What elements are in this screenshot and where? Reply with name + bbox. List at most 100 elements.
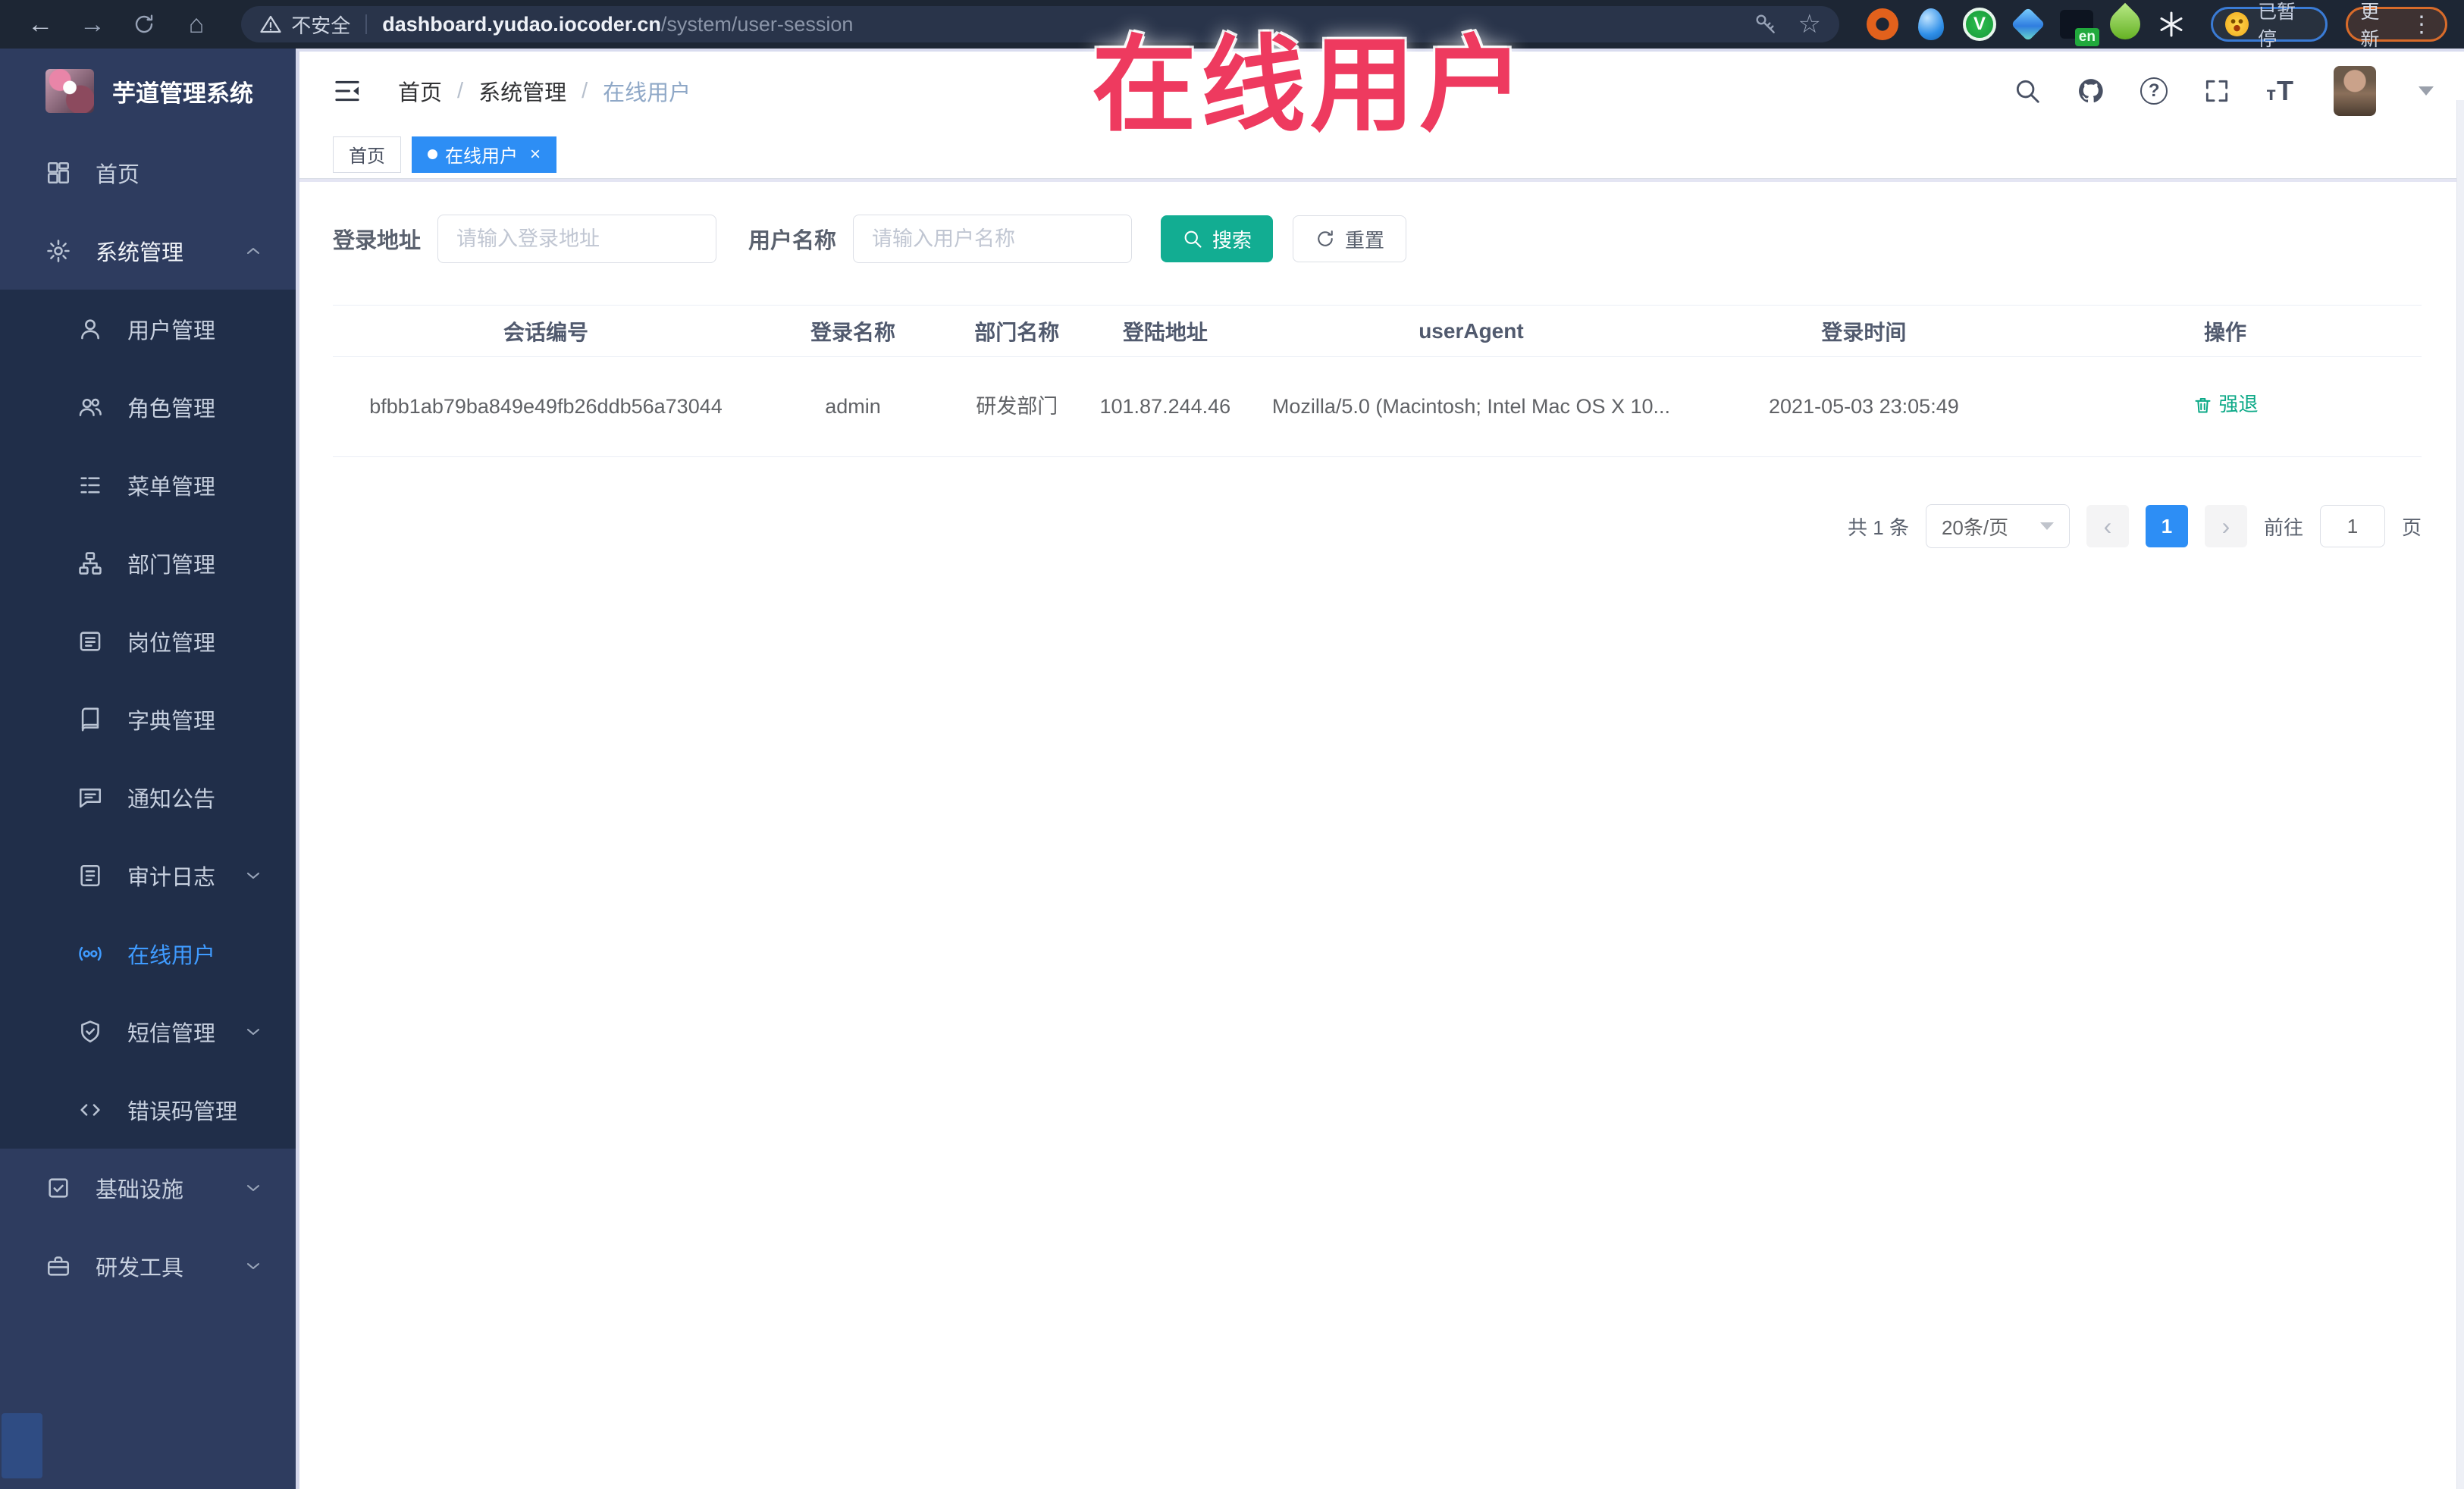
breadcrumb-separator: / (457, 78, 464, 103)
sidebar-item-label: 岗位管理 (127, 631, 216, 656)
force-logout-button[interactable]: 强退 (2193, 390, 2259, 419)
sidebar-item-label: 系统管理 (96, 240, 184, 265)
search-button-icon (1182, 228, 1203, 249)
sidebar-item-menus[interactable]: 菜单管理 (0, 446, 296, 524)
sidebar-item-posts[interactable]: 岗位管理 (0, 602, 296, 680)
extension-diamond-icon[interactable] (2011, 7, 2045, 42)
chevron-down-icon[interactable] (2419, 86, 2434, 96)
tab-在线用户[interactable]: 在线用户 × (412, 136, 557, 173)
breadcrumb-item[interactable]: 首页 (398, 75, 442, 107)
sidebar-item-label: 字典管理 (127, 709, 216, 734)
font-size-icon[interactable]: тT (2266, 75, 2294, 107)
menu-icon (77, 472, 103, 498)
sidebar-item-infra[interactable]: 基础设施 (0, 1149, 296, 1227)
page-size-select[interactable]: 20条/页 (1925, 504, 2070, 548)
column-header: 会话编号 (333, 305, 760, 357)
search-icon[interactable] (2013, 77, 2042, 105)
next-page-button[interactable]: › (2204, 505, 2247, 547)
screen: ← → ⌂ 不安全 dashboard.yudao.iocoder.cn/sys… (0, 0, 2464, 1489)
address-bar[interactable]: 不安全 dashboard.yudao.iocoder.cn/system/us… (241, 6, 1839, 42)
not-secure-warning-icon (259, 13, 282, 36)
prev-page-button[interactable]: ‹ (2086, 505, 2129, 547)
sms-icon (77, 1019, 103, 1045)
extension-translate-icon[interactable]: en (2059, 7, 2099, 46)
extension-drop-icon[interactable] (1914, 7, 1948, 42)
sidebar-item-home[interactable]: 首页 (0, 133, 296, 212)
sidebar-item-error-codes[interactable]: 错误码管理 (0, 1071, 296, 1149)
current-page-button[interactable]: 1 (2145, 505, 2188, 547)
goto-page-input[interactable] (2319, 505, 2385, 547)
cell-action: 强退 (2029, 356, 2422, 457)
tab-首页[interactable]: 首页 (333, 136, 401, 173)
extension-shield-icon[interactable] (1865, 7, 1900, 42)
reload-icon[interactable] (121, 6, 168, 42)
chevron-down-icon (243, 1177, 264, 1199)
sidebar-item-roles[interactable]: 角色管理 (0, 368, 296, 446)
home-icon (45, 160, 71, 186)
hamburger-icon[interactable] (330, 76, 365, 106)
extensions-row: V en (1865, 2, 2187, 46)
breadcrumb-item[interactable]: 系统管理 (478, 75, 566, 107)
user-avatar[interactable] (2334, 66, 2376, 116)
log-icon (77, 863, 103, 889)
breadcrumb-item[interactable]: 在线用户 (603, 75, 691, 107)
bookmark-star-icon[interactable]: ☆ (1798, 9, 1820, 39)
cell-session-id: bfbb1ab79ba849e49fb26ddb56a73044 (333, 356, 760, 457)
extension-asterisk-icon[interactable] (2156, 9, 2187, 39)
profile-paused-chip[interactable]: 已暂停 (2210, 2, 2328, 50)
security-label[interactable]: 不安全 (291, 11, 350, 39)
extension-v-icon[interactable]: V (1962, 7, 1997, 42)
corner-artifact (2, 1413, 42, 1478)
github-icon[interactable] (2077, 77, 2105, 105)
username-label: 用户名称 (748, 229, 837, 253)
sidebar-item-dev-tools[interactable]: 研发工具 (0, 1227, 296, 1305)
app-title: 芋道管理系统 (112, 80, 253, 107)
sidebar-item-system[interactable]: 系统管理 (0, 212, 296, 290)
logo-row[interactable]: 芋道管理系统 (0, 49, 296, 133)
search-button[interactable]: 搜索 (1161, 215, 1274, 262)
reset-button[interactable]: 重置 (1293, 215, 1407, 262)
select-caret-icon (2039, 522, 2054, 530)
sidebar-item-label: 通知公告 (127, 787, 216, 812)
sidebar-item-label: 角色管理 (127, 397, 216, 422)
divider (365, 14, 368, 34)
help-icon[interactable]: ? (2140, 77, 2168, 105)
url-path: /system/user-session (660, 12, 854, 36)
app: 芋道管理系统 首页 系统管理 用户管理 角色管理 菜单管理 部门管理 岗位管理 字典管理 通知公… (0, 49, 2464, 1489)
close-icon[interactable]: × (530, 144, 541, 165)
username-input[interactable] (853, 215, 1133, 263)
sidebar-item-users[interactable]: 用户管理 (0, 290, 296, 368)
sidebar-item-depts[interactable]: 部门管理 (0, 524, 296, 602)
update-button[interactable]: 更新 ⋮ (2346, 2, 2447, 50)
main-area: 首页/系统管理/在线用户 ? тT 首页在线用户× 登录地址 用户名称 (296, 49, 2464, 1489)
forward-icon[interactable]: → (69, 6, 117, 42)
login-address-input[interactable] (437, 215, 717, 263)
scrollbar[interactable] (2456, 100, 2464, 1489)
url-text[interactable]: dashboard.yudao.iocoder.cn/system/user-s… (382, 13, 853, 36)
home-browser-icon[interactable]: ⌂ (173, 6, 221, 42)
extension-leaf-icon[interactable] (2103, 2, 2147, 46)
sidebar-item-online-users[interactable]: 在线用户 (0, 914, 296, 992)
sidebar-item-notices[interactable]: 通知公告 (0, 758, 296, 836)
sidebar-item-label: 部门管理 (127, 553, 216, 578)
cell-user-agent: Mozilla/5.0 (Macintosh; Intel Mac OS X 1… (1243, 356, 1699, 457)
chevron-down-icon (243, 865, 264, 886)
total-count: 共 1 条 (1848, 516, 1909, 539)
sidebar-item-label: 研发工具 (96, 1255, 184, 1281)
chevron-down-icon (243, 1021, 264, 1042)
gear-icon (45, 238, 71, 264)
cell-login-time: 2021-05-03 23:05:49 (1698, 356, 2030, 457)
sidebar-item-label: 用户管理 (127, 318, 216, 343)
sidebar-item-dicts[interactable]: 字典管理 (0, 680, 296, 758)
trash-icon (2193, 394, 2213, 415)
column-header: 登录名称 (759, 305, 947, 357)
column-header: 登录时间 (1698, 305, 2030, 357)
key-icon[interactable] (1754, 12, 1778, 36)
back-icon[interactable]: ← (17, 6, 64, 42)
code-icon (77, 1097, 103, 1123)
fullscreen-icon[interactable] (2202, 77, 2231, 105)
sidebar-item-sms[interactable]: 短信管理 (0, 992, 296, 1071)
sidebar-item-audit-logs[interactable]: 审计日志 (0, 836, 296, 914)
dict-icon (77, 707, 103, 732)
browser-menu-icon[interactable]: ⋮ (2406, 11, 2437, 38)
